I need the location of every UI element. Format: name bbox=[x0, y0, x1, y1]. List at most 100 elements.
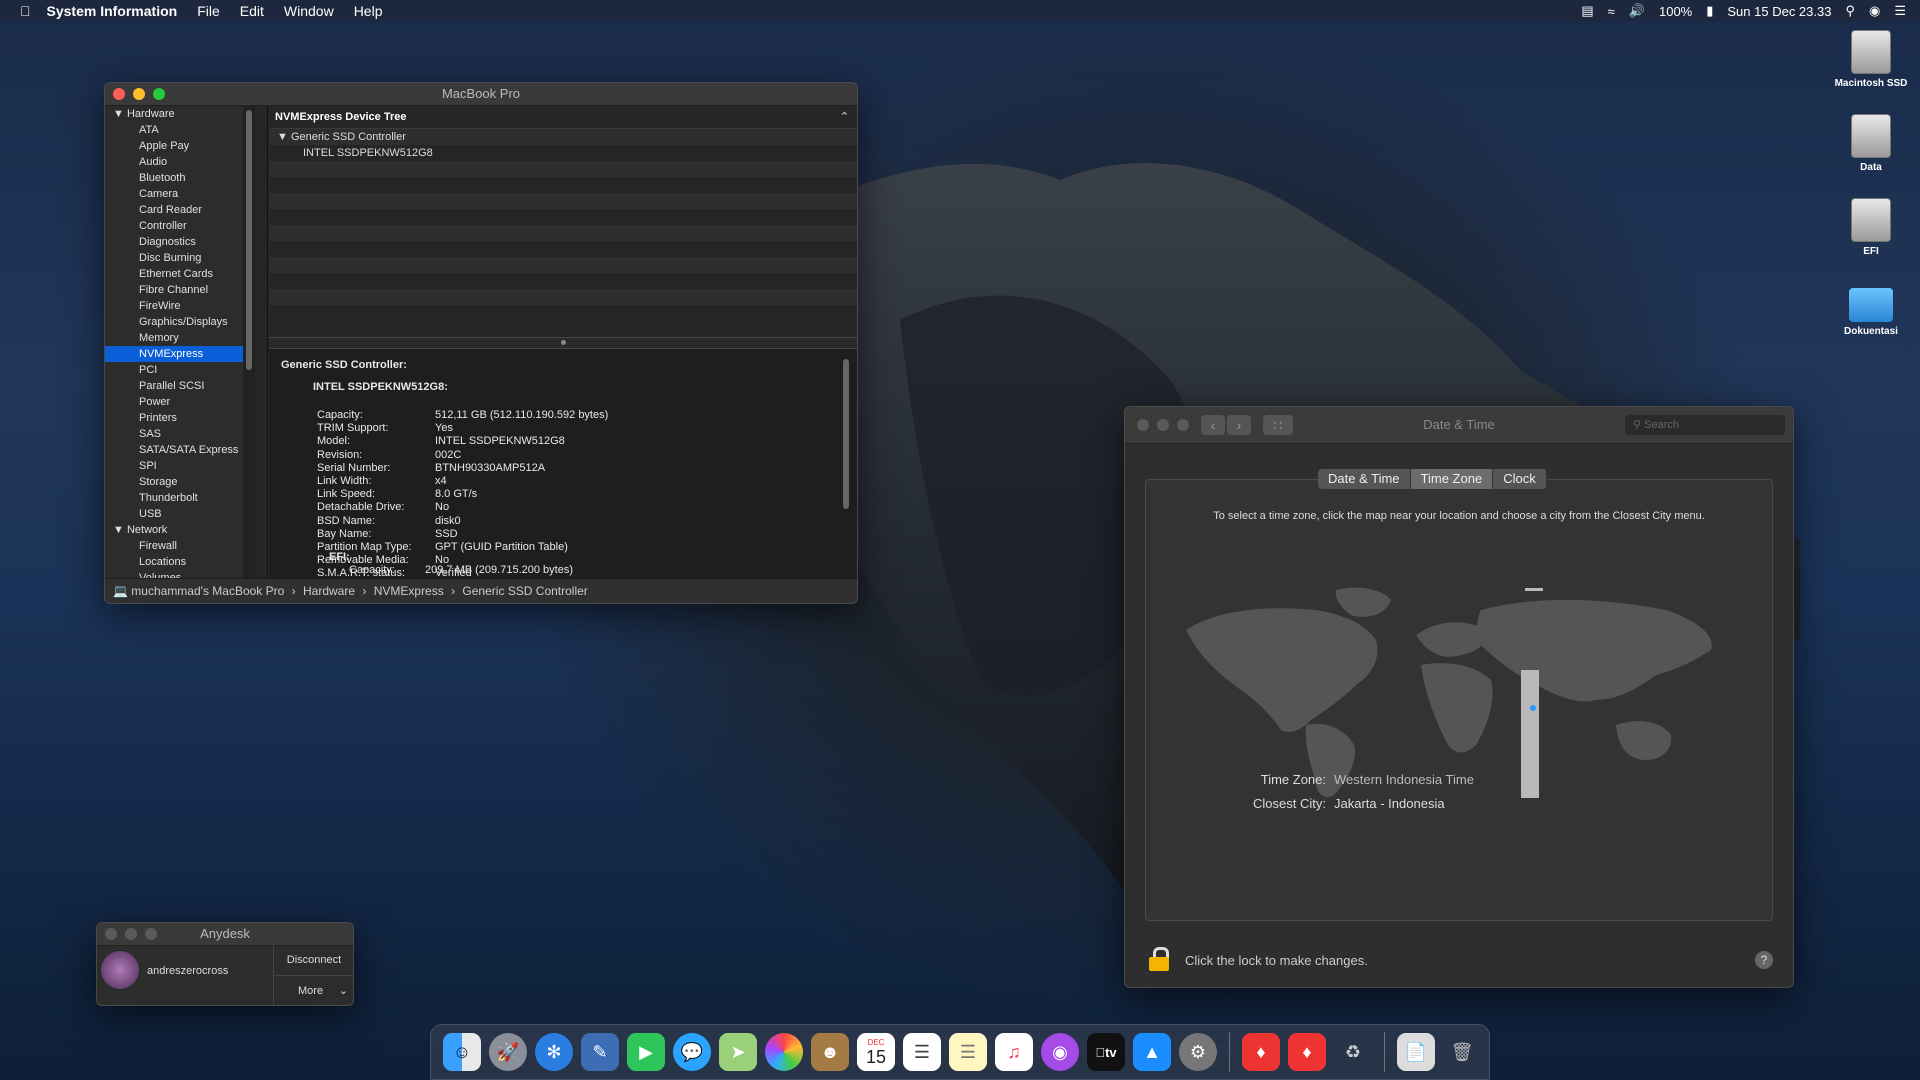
desktop-icon-efi[interactable]: EFI bbox=[1826, 198, 1916, 257]
more-button[interactable]: More ⌄ bbox=[274, 976, 353, 1005]
minimize-button[interactable] bbox=[133, 88, 145, 100]
podcasts-icon[interactable]: ◉ bbox=[1041, 1033, 1079, 1071]
window-toolbar[interactable]: Date & Time ‹ › ∷ ⚲ Search bbox=[1125, 407, 1793, 444]
anydesk-alt-icon[interactable]: ♦ bbox=[1288, 1033, 1326, 1071]
sidebar-item[interactable]: Power bbox=[105, 394, 255, 410]
tab-clock[interactable]: Clock bbox=[1493, 469, 1547, 489]
zoom-button[interactable] bbox=[145, 928, 157, 940]
breadcrumb-item[interactable]: Generic SSD Controller bbox=[462, 584, 587, 598]
messages-icon[interactable]: 💬 bbox=[673, 1033, 711, 1071]
system-preferences-icon[interactable]: ⚙ bbox=[1179, 1033, 1217, 1071]
safari-icon[interactable]: ✻ bbox=[535, 1033, 573, 1071]
menu-help[interactable]: Help bbox=[354, 3, 383, 19]
sidebar-item[interactable]: SPI bbox=[105, 458, 255, 474]
sidebar-item[interactable]: Diagnostics bbox=[105, 234, 255, 250]
finder-icon[interactable]: ☺ bbox=[443, 1033, 481, 1071]
notes-icon[interactable]: ☰ bbox=[949, 1033, 987, 1071]
sidebar-item[interactable]: Card Reader bbox=[105, 202, 255, 218]
disclosure-triangle-icon[interactable]: ▼ bbox=[113, 524, 127, 536]
launchpad-icon[interactable]: 🚀 bbox=[489, 1033, 527, 1071]
sidebar-item[interactable]: Fibre Channel bbox=[105, 282, 255, 298]
desktop-icon-macintosh-ssd[interactable]: Macintosh SSD bbox=[1826, 30, 1916, 89]
menu-app-name[interactable]: System Information bbox=[47, 3, 178, 19]
siri-icon[interactable]: ◉ bbox=[1869, 3, 1880, 19]
menubar-clock[interactable]: Sun 15 Dec 23.33 bbox=[1727, 4, 1831, 19]
close-button[interactable] bbox=[113, 88, 125, 100]
tree-row-device[interactable]: INTEL SSDPEKNW512G8 bbox=[269, 145, 857, 161]
sidebar-item[interactable]: Ethernet Cards bbox=[105, 266, 255, 282]
anydesk-icon[interactable]: ♦ bbox=[1242, 1033, 1280, 1071]
back-button[interactable]: ‹ bbox=[1201, 415, 1225, 435]
sidebar-item[interactable]: NVMExpress bbox=[105, 346, 255, 362]
sidebar-item[interactable]: Camera bbox=[105, 186, 255, 202]
show-all-grid-icon[interactable]: ∷ bbox=[1263, 415, 1293, 435]
apple-tv-icon[interactable]: tv bbox=[1087, 1033, 1125, 1071]
search-input[interactable]: ⚲ Search bbox=[1625, 415, 1785, 435]
forward-button[interactable]: › bbox=[1227, 415, 1251, 435]
breadcrumb-item[interactable]: Hardware bbox=[303, 584, 355, 598]
sidebar-item[interactable]: Apple Pay bbox=[105, 138, 255, 154]
app-store-icon[interactable]: ▲ bbox=[1133, 1033, 1171, 1071]
close-button[interactable] bbox=[105, 928, 117, 940]
sidebar-category[interactable]: ▼ Hardware bbox=[105, 106, 255, 122]
menu-file[interactable]: File bbox=[197, 3, 220, 19]
sidebar-item[interactable]: SAS bbox=[105, 426, 255, 442]
world-map[interactable] bbox=[1176, 580, 1756, 800]
tab-time-zone[interactable]: Time Zone bbox=[1410, 469, 1494, 489]
sidebar-category[interactable]: ▼ Network bbox=[105, 522, 255, 538]
zoom-button[interactable] bbox=[153, 88, 165, 100]
sidebar-item[interactable]: Controller bbox=[105, 218, 255, 234]
photos-icon[interactable] bbox=[765, 1033, 803, 1071]
activity-icon[interactable]: ▤ bbox=[1581, 3, 1593, 19]
facetime-icon[interactable]: ▶ bbox=[627, 1033, 665, 1071]
sidebar-item[interactable]: Audio bbox=[105, 154, 255, 170]
sidebar-item[interactable]: Firewall bbox=[105, 538, 255, 554]
sidebar-item[interactable]: ATA bbox=[105, 122, 255, 138]
battery-percent[interactable]: 100% bbox=[1659, 4, 1692, 19]
sidebar-item[interactable]: Thunderbolt bbox=[105, 490, 255, 506]
sidebar-item[interactable]: PCI bbox=[105, 362, 255, 378]
wifi-icon[interactable]: ≈ bbox=[1608, 4, 1615, 19]
device-tree-header[interactable]: NVMExpress Device Tree ⌃ bbox=[269, 106, 857, 129]
document-icon[interactable]: 📄 bbox=[1397, 1033, 1435, 1071]
sidebar-item[interactable]: Disc Burning bbox=[105, 250, 255, 266]
preview-icon[interactable]: ✎ bbox=[581, 1033, 619, 1071]
maps-icon[interactable]: ➤ bbox=[719, 1033, 757, 1071]
contacts-icon[interactable]: ☻ bbox=[811, 1033, 849, 1071]
window-titlebar[interactable]: MacBook Pro bbox=[105, 83, 857, 106]
sidebar-item[interactable]: Volumes bbox=[105, 570, 255, 578]
calendar-icon[interactable]: DEC 15 bbox=[857, 1033, 895, 1071]
breadcrumb-item[interactable]: NVMExpress bbox=[374, 584, 444, 598]
volume-icon[interactable]: 🔊 bbox=[1629, 3, 1645, 19]
desktop-icon-dokuentasi[interactable]: Dokuentasi bbox=[1826, 282, 1916, 337]
sidebar-item[interactable]: Bluetooth bbox=[105, 170, 255, 186]
lock-icon[interactable] bbox=[1149, 947, 1169, 971]
disclosure-triangle-icon[interactable]: ▼ bbox=[113, 108, 127, 120]
sidebar-item[interactable]: Printers bbox=[105, 410, 255, 426]
sidebar-scrollbar[interactable] bbox=[243, 106, 255, 578]
tree-row-controller[interactable]: ▼ Generic SSD Controller bbox=[269, 129, 857, 145]
detail-scrollbar[interactable] bbox=[843, 359, 849, 509]
sidebar-item[interactable]: Graphics/Displays bbox=[105, 314, 255, 330]
spotlight-icon[interactable]: ⚲ bbox=[1845, 3, 1855, 19]
minimize-button[interactable] bbox=[125, 928, 137, 940]
window-titlebar[interactable]: Anydesk bbox=[97, 923, 353, 946]
split-handle[interactable] bbox=[269, 337, 857, 349]
disclosure-triangle-icon[interactable]: ▼ bbox=[277, 131, 288, 143]
sidebar-item[interactable]: Memory bbox=[105, 330, 255, 346]
sidebar-item[interactable]: Locations bbox=[105, 554, 255, 570]
sidebar-item[interactable]: FireWire bbox=[105, 298, 255, 314]
sidebar-item[interactable]: Parallel SCSI bbox=[105, 378, 255, 394]
menu-window[interactable]: Window bbox=[284, 3, 334, 19]
trash-icon[interactable]: 🗑 bbox=[1443, 1033, 1481, 1071]
sidebar-item[interactable]: USB bbox=[105, 506, 255, 522]
disconnect-button[interactable]: Disconnect bbox=[274, 945, 353, 976]
desktop-icon-data[interactable]: Data bbox=[1826, 114, 1916, 173]
help-button[interactable]: ? bbox=[1755, 951, 1773, 969]
location-pin-icon[interactable] bbox=[1530, 705, 1536, 711]
music-icon[interactable]: ♫ bbox=[995, 1033, 1033, 1071]
utility-icon[interactable]: ♻ bbox=[1334, 1033, 1372, 1071]
reminders-icon[interactable]: ☰ bbox=[903, 1033, 941, 1071]
closest-city-select[interactable]: Jakarta - Indonesia bbox=[1334, 796, 1445, 811]
sidebar-item[interactable]: Storage bbox=[105, 474, 255, 490]
